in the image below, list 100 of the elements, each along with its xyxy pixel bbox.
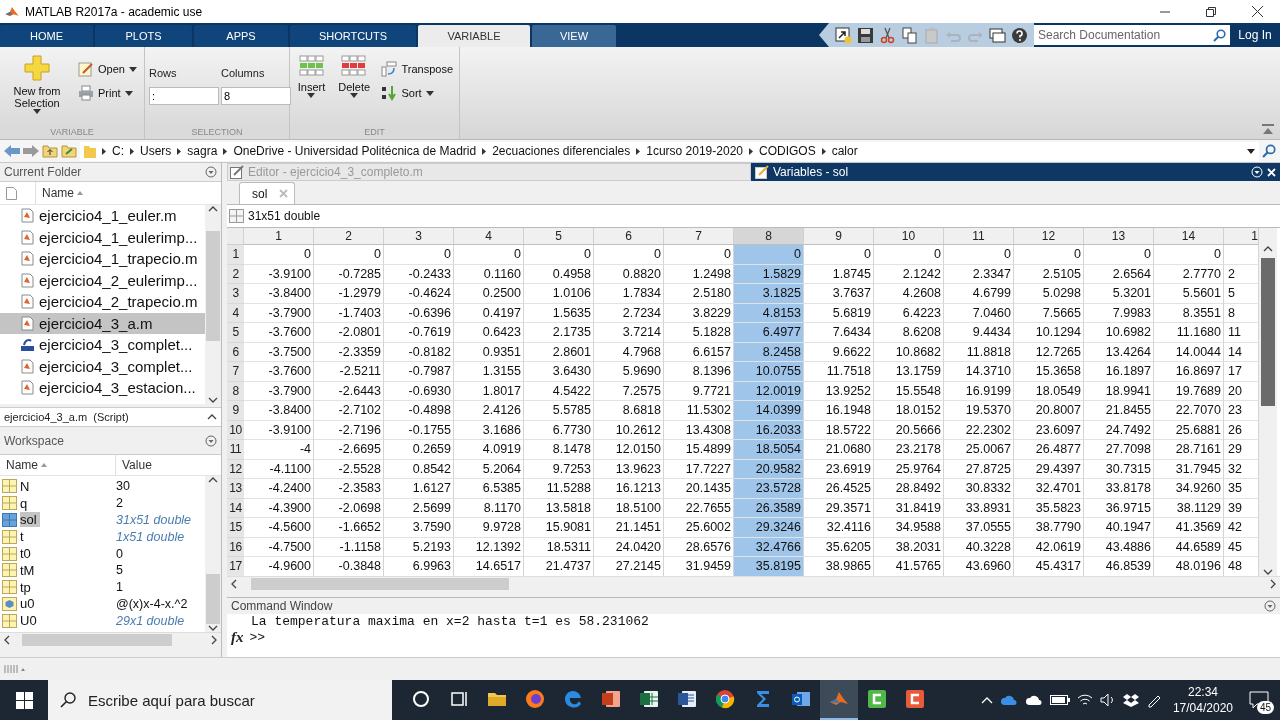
row-header[interactable]: 9: [227, 401, 244, 421]
column-header[interactable]: Name: [6, 458, 38, 472]
column-header[interactable]: 13: [1084, 228, 1154, 245]
scroll-down-icon[interactable]: [208, 624, 218, 632]
speaker-icon[interactable]: [1099, 693, 1116, 707]
ribbon-tab[interactable]: HOME: [0, 25, 93, 47]
column-header[interactable]: 5: [524, 228, 594, 245]
up-folder-button[interactable]: [42, 144, 58, 158]
scroll-right-icon[interactable]: [1269, 579, 1277, 589]
search-button[interactable]: [1262, 144, 1276, 158]
column-header[interactable]: 12: [1014, 228, 1084, 245]
clock[interactable]: 22:34 17/04/2020: [1168, 684, 1237, 716]
file-item[interactable]: ejercicio4_3_complet...: [0, 355, 205, 377]
document-tab[interactable]: sol: [239, 182, 295, 204]
path-crumb[interactable]: C:: [112, 144, 124, 158]
row-header[interactable]: 17: [227, 557, 244, 576]
variable-name[interactable]: sol: [20, 512, 40, 528]
scroll-down-icon[interactable]: [208, 396, 218, 404]
column-header[interactable]: 9: [804, 228, 874, 245]
file-item[interactable]: ejercicio4_1_trapecio.m: [0, 248, 205, 270]
file-item[interactable]: ejercicio4_2_trapecio.m: [0, 291, 205, 313]
transpose-button[interactable]: Transpose: [379, 59, 455, 79]
column-header[interactable]: 11: [944, 228, 1014, 245]
row-header[interactable]: 7: [227, 362, 244, 382]
path-crumb[interactable]: sagra: [187, 144, 218, 158]
scrollbar-thumb[interactable]: [251, 578, 509, 590]
variable-name[interactable]: q: [20, 495, 31, 511]
command-prompt[interactable]: >>: [249, 630, 266, 645]
variable-name[interactable]: N: [20, 478, 33, 494]
copy-icon[interactable]: [901, 26, 918, 44]
ribbon-tab[interactable]: PLOTS: [95, 25, 192, 47]
expand-icon[interactable]: [207, 413, 217, 421]
variable-name[interactable]: u0: [20, 596, 38, 612]
column-header[interactable]: 10: [874, 228, 944, 245]
row-header[interactable]: 5: [227, 323, 244, 343]
chevron-up-icon[interactable]: [980, 696, 993, 704]
path-crumb[interactable]: 2ecuaciones diferenciales: [492, 144, 631, 158]
ribbon-tab[interactable]: SHORTCUTS: [290, 25, 416, 47]
login-button[interactable]: Log In: [1230, 23, 1280, 47]
wifi-icon[interactable]: [1076, 693, 1093, 707]
column-header[interactable]: 2: [314, 228, 384, 245]
sort-button[interactable]: Sort: [379, 83, 455, 103]
column-header[interactable]: 4: [454, 228, 524, 245]
scroll-down-icon[interactable]: [1263, 568, 1273, 576]
scroll-up-icon[interactable]: [1263, 245, 1273, 253]
browse-folder-button[interactable]: [61, 144, 77, 158]
help-icon[interactable]: [1011, 26, 1028, 44]
box-icon[interactable]: [1122, 693, 1139, 707]
path-crumb[interactable]: CODIGOS: [759, 144, 816, 158]
variable-name[interactable]: tp: [20, 579, 34, 595]
columns-field[interactable]: 8: [221, 87, 291, 105]
scrollbar-thumb[interactable]: [206, 231, 220, 341]
delete-button[interactable]: Delete: [335, 53, 374, 100]
ribbon-tab[interactable]: VARIABLE: [418, 25, 530, 47]
path-crumb[interactable]: OneDrive - Universidad Politécnica de Madrid: [233, 144, 477, 158]
search-button[interactable]: [1208, 25, 1230, 45]
cut-icon[interactable]: [879, 26, 896, 44]
path-field[interactable]: C: Users sagra OneDrive - Universidad Politécnica de Madrid 2ecuaciones diferenciales 1curso 2019-2020 CODIGOS calor: [80, 141, 1259, 161]
row-header[interactable]: 11: [227, 440, 244, 460]
file-item[interactable]: ejercicio4_3_complet...: [0, 334, 205, 356]
function-browser-icon[interactable]: fx: [231, 629, 244, 646]
row-header[interactable]: 13: [227, 479, 244, 499]
variable-name[interactable]: t0: [20, 546, 34, 562]
scroll-up-icon[interactable]: [208, 205, 218, 213]
file-item[interactable]: ejercicio4_1_eulerimp...: [0, 226, 205, 248]
scroll-right-icon[interactable]: [210, 635, 218, 645]
file-item[interactable]: ejercicio4_1_euler.m: [0, 205, 205, 227]
column-header[interactable]: 8: [734, 228, 804, 245]
rows-field[interactable]: :: [149, 87, 219, 105]
cloud-icon[interactable]: [1024, 694, 1043, 706]
column-header[interactable]: 1: [244, 228, 314, 245]
scrollbar-thumb[interactable]: [1261, 258, 1275, 406]
ribbon-tab[interactable]: VIEW: [532, 25, 616, 47]
forward-button[interactable]: [23, 145, 39, 157]
path-crumb[interactable]: 1curso 2019-2020: [646, 144, 743, 158]
variable-name[interactable]: t: [20, 529, 27, 545]
column-header[interactable]: 3: [384, 228, 454, 245]
column-header[interactable]: 6: [594, 228, 664, 245]
row-header[interactable]: 1: [227, 245, 244, 265]
windows-icon[interactable]: [989, 26, 1006, 44]
path-crumb[interactable]: Users: [140, 144, 172, 158]
row-header[interactable]: 15: [227, 518, 244, 538]
ribbon-tab[interactable]: APPS: [194, 25, 288, 47]
variable-name[interactable]: U0: [20, 613, 40, 629]
file-item[interactable]: ejercicio4_3_estacion...: [0, 377, 205, 399]
new-from-selection-button[interactable]: New from Selection: [4, 53, 70, 116]
variable-name[interactable]: tM: [20, 562, 38, 578]
taskbar-search-field[interactable]: Escribe aquí para buscar: [88, 680, 392, 720]
file-item[interactable]: ejercicio4_3_a.m: [0, 312, 205, 334]
scroll-up-icon[interactable]: [208, 476, 218, 484]
save-icon[interactable]: [857, 26, 874, 44]
column-header[interactable]: 7: [664, 228, 734, 245]
back-button[interactable]: [4, 145, 20, 157]
shortcut-icon[interactable]: [835, 26, 852, 44]
scroll-left-icon[interactable]: [230, 579, 238, 589]
open-button[interactable]: Open: [76, 59, 139, 79]
print-button[interactable]: Print: [76, 83, 139, 103]
scroll-left-icon[interactable]: [3, 635, 11, 645]
battery-icon[interactable]: [1049, 695, 1070, 705]
insert-button[interactable]: Insert: [294, 53, 329, 100]
